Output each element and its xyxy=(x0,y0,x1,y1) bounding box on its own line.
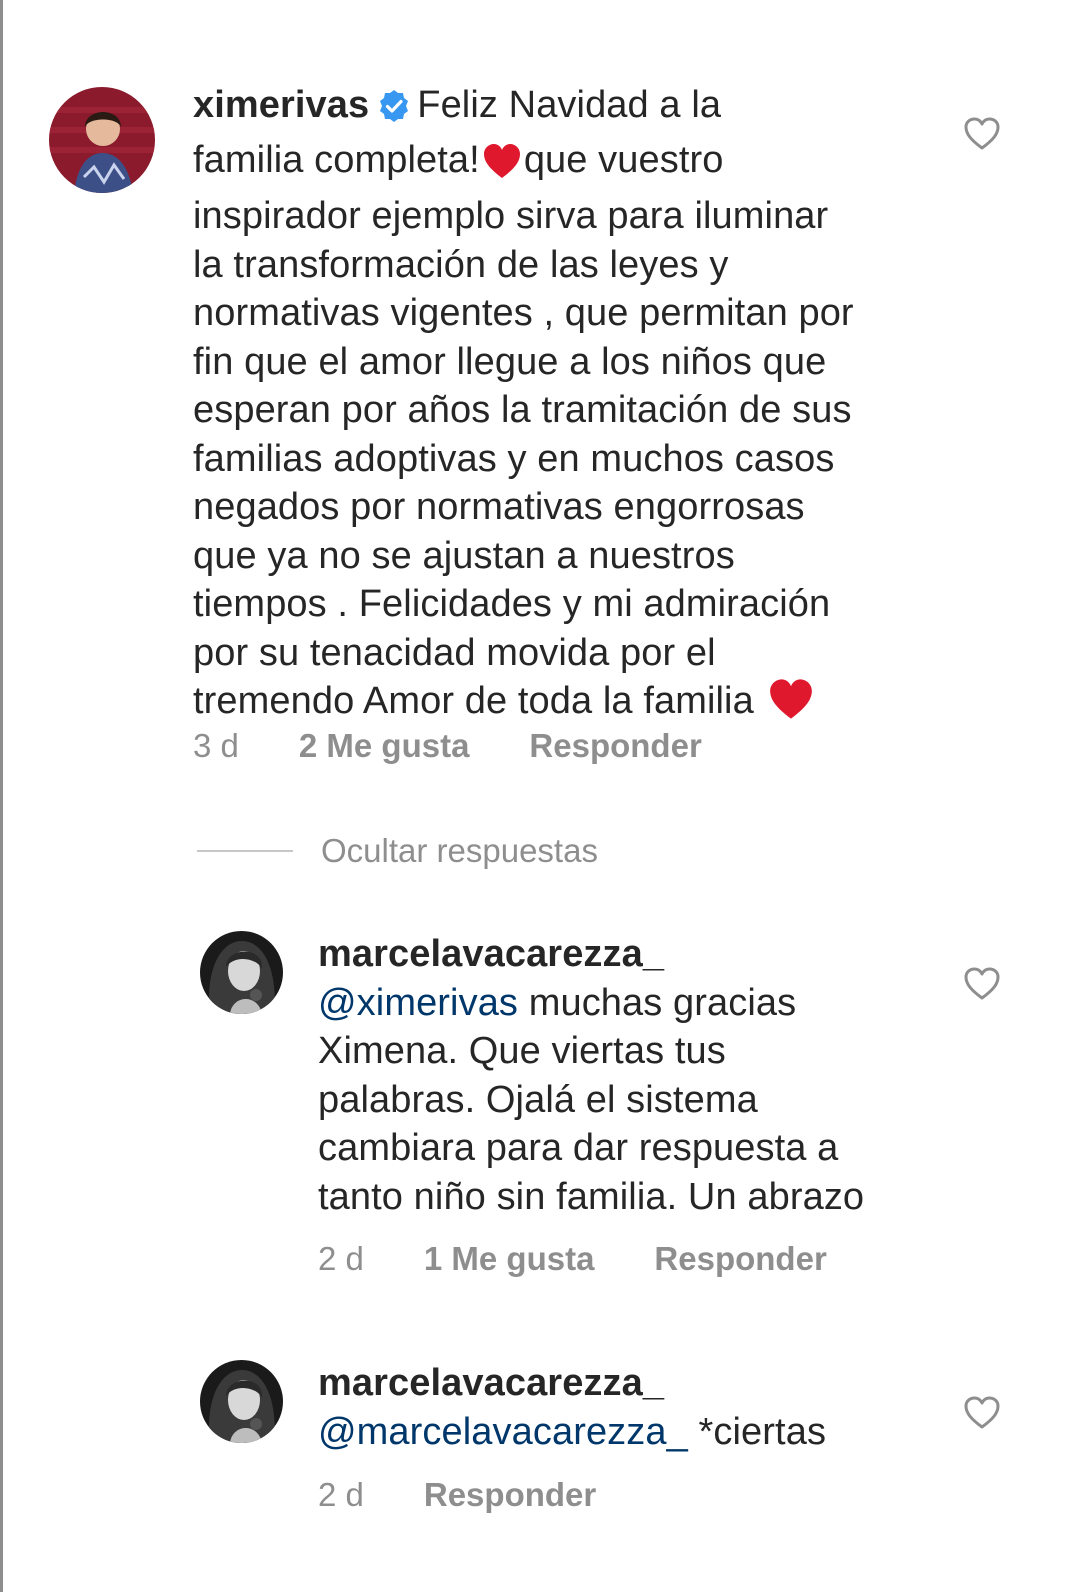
timestamp: 2 d xyxy=(318,1476,364,1513)
avatar[interactable] xyxy=(200,1360,283,1443)
comment-meta: 2 d 1 Me gusta Responder xyxy=(318,1240,827,1278)
avatar[interactable] xyxy=(49,87,155,193)
username[interactable]: marcelavacarezza_ xyxy=(318,1359,958,1408)
reply-button[interactable]: Responder xyxy=(424,1476,596,1514)
timestamp: 2 d xyxy=(318,1240,364,1277)
red-heart-emoji xyxy=(482,142,522,193)
likes-count[interactable]: 1 Me gusta xyxy=(424,1240,595,1278)
reply-button[interactable]: Responder xyxy=(529,727,701,765)
comment-text: marcelavacarezza_ @marcelavacarezza_ *ci… xyxy=(318,1359,958,1456)
like-heart-icon[interactable] xyxy=(962,114,1002,154)
divider-line xyxy=(197,850,293,852)
comment-meta: 2 d Responder xyxy=(318,1476,596,1514)
username[interactable]: ximerivas xyxy=(193,84,369,126)
mention-link[interactable]: @marcelavacarezza_ xyxy=(318,1411,688,1453)
window-edge xyxy=(0,0,3,1592)
likes-count[interactable]: 2 Me gusta xyxy=(299,727,470,765)
mention-link[interactable]: @ximerivas xyxy=(318,982,518,1024)
username[interactable]: marcelavacarezza_ xyxy=(318,930,958,979)
like-heart-icon[interactable] xyxy=(962,964,1002,1004)
like-heart-icon[interactable] xyxy=(962,1393,1002,1433)
comment-text: ximerivas Feliz Navidad a la familia comp… xyxy=(193,81,933,734)
comment-text: marcelavacarezza_ @ximerivas muchas grac… xyxy=(318,930,958,1221)
reply-button[interactable]: Responder xyxy=(654,1240,826,1278)
comment-meta: 3 d 2 Me gusta Responder xyxy=(193,727,702,765)
verified-badge-icon xyxy=(377,87,411,136)
hide-replies-toggle[interactable]: Ocultar respuestas xyxy=(197,832,598,870)
red-heart-emoji xyxy=(767,677,815,734)
avatar[interactable] xyxy=(200,931,283,1014)
timestamp: 3 d xyxy=(193,727,239,764)
hide-replies-label[interactable]: Ocultar respuestas xyxy=(321,832,598,870)
